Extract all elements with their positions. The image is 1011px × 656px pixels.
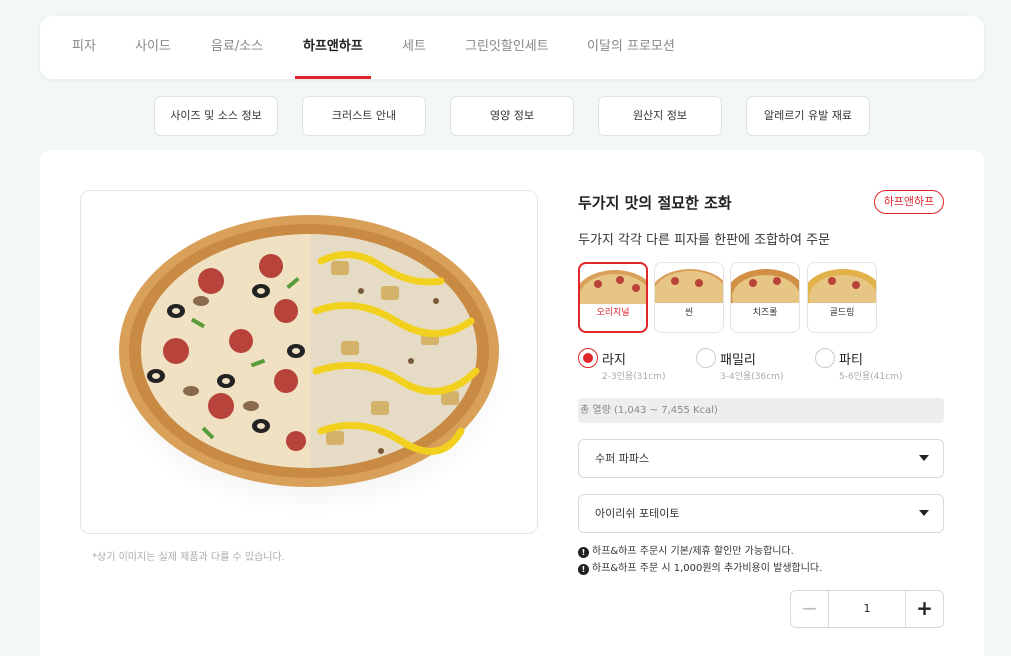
crust-thin-image [655,269,723,303]
product-card: *상기 이미지는 실제 제품과 다를 수 있습니다. 두가지 맛의 절묘한 조화… [40,150,984,656]
caret-down-icon [919,510,929,516]
first-half-value: 수퍼 파파스 [595,452,650,465]
radio-button[interactable] [578,348,598,368]
crust-option-gold-ring[interactable]: 골드링 [807,262,877,333]
notice-text: 하프&하프 주문시 기본/제휴 할인만 가능합니다. [592,546,794,557]
image-disclaimer: *상기 이미지는 실제 제품과 다를 수 있습니다. [92,552,285,563]
tab-pizza[interactable]: 피자 [72,16,96,79]
crust-gold-ring-image [808,269,876,303]
quantity-stepper: − 1 + [790,590,944,628]
quantity-increase-button[interactable]: + [905,591,943,627]
total-calories: 총 열량 (1,043 ~ 7,455 Kcal) [578,398,944,423]
tab-half-and-half[interactable]: 하프앤하프 [295,16,371,79]
product-badge: 하프앤하프 [874,190,944,214]
nutrition-info-button[interactable]: 영양 정보 [450,96,574,136]
tab-green-eat-set[interactable]: 그린잇할인세트 [465,16,549,79]
size-option-family[interactable]: 패밀리 3-4인용(36cm) [696,347,806,387]
category-tabbar: 피자 사이드 음료/소스 하프앤하프 세트 그린잇할인세트 이달의 프로모션 [40,16,984,79]
size-label: 파티 [839,353,863,368]
crust-option-original[interactable]: 오리지널 [578,262,648,333]
tab-set[interactable]: 세트 [402,16,426,79]
origin-info-button[interactable]: 원산지 정보 [598,96,722,136]
tab-monthly-promotion[interactable]: 이달의 프로모션 [587,16,675,79]
pizza-image [80,190,538,534]
radio-button[interactable] [815,348,835,368]
tab-drink-sauce[interactable]: 음료/소스 [211,16,263,79]
crust-original-image [580,270,646,304]
size-option-party[interactable]: 파티 5-6인용(41cm) [815,347,925,387]
notice-text: 하프&하프 주문 시 1,000원의 추가비용이 발생합니다. [592,563,823,574]
first-half-select[interactable]: 수퍼 파파스 [578,439,944,478]
size-sub: 5-6인용(41cm) [839,372,903,382]
second-half-value: 아이리쉬 포테이토 [595,507,680,520]
crust-info-button[interactable]: 크러스트 안내 [302,96,426,136]
size-sub: 2-3인용(31cm) [602,372,666,382]
tab-side[interactable]: 사이드 [135,16,171,79]
size-sub: 3-4인용(36cm) [720,372,784,382]
size-sauce-info-button[interactable]: 사이즈 및 소스 정보 [154,96,278,136]
size-label: 라지 [602,353,626,368]
product-title: 두가지 맛의 절묘한 조화 [578,194,732,212]
size-option-large[interactable]: 라지 2-3인용(31cm) [578,347,688,387]
allergy-info-button[interactable]: 알레르기 유발 재료 [746,96,870,136]
notice-discount: ! 하프&하프 주문시 기본/제휴 할인만 가능합니다. [578,542,794,558]
crust-label: 치즈롤 [752,308,778,318]
info-circle-icon: ! [578,547,589,558]
crust-cheese-roll-image [731,269,799,303]
second-half-select[interactable]: 아이리쉬 포테이토 [578,494,944,533]
info-circle-icon: ! [578,564,589,575]
quantity-decrease-button[interactable]: − [791,591,829,627]
size-label: 패밀리 [720,353,756,368]
notice-extra-cost: ! 하프&하프 주문 시 1,000원의 추가비용이 발생합니다. [578,559,822,575]
quantity-value[interactable]: 1 [829,591,905,627]
crust-label: 씬 [684,308,694,318]
crust-option-thin[interactable]: 씬 [654,262,724,333]
crust-label: 오리지널 [596,308,630,318]
radio-button[interactable] [696,348,716,368]
crust-option-cheese-roll[interactable]: 치즈롤 [730,262,800,333]
crust-label: 골드링 [829,308,855,318]
caret-down-icon [919,455,929,461]
product-subtitle: 두가지 각각 다른 피자를 한판에 조합하여 주문 [578,233,831,248]
